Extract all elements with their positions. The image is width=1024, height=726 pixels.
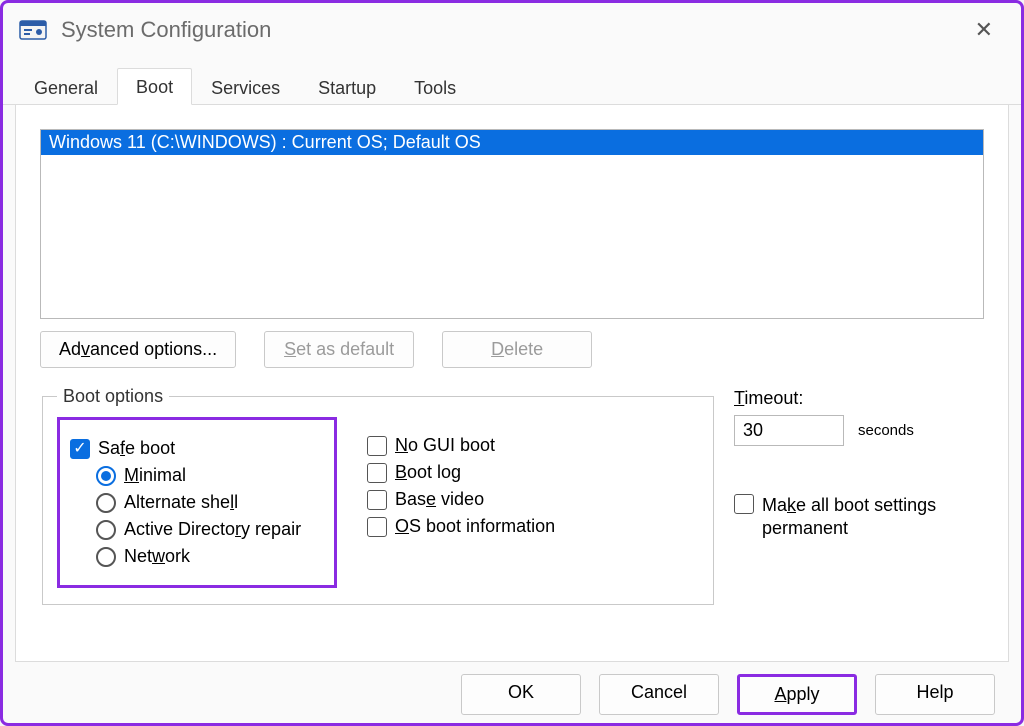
safe-boot-checkbox[interactable]: ✓ Safe boot bbox=[70, 438, 316, 459]
boot-entry-selected[interactable]: Windows 11 (C:\WINDOWS) : Current OS; De… bbox=[41, 130, 983, 155]
timeout-unit: seconds bbox=[858, 422, 914, 439]
timeout-input[interactable] bbox=[734, 415, 844, 446]
system-configuration-window: System Configuration ✕ General Boot Serv… bbox=[0, 0, 1024, 726]
safe-boot-column: ✓ Safe boot Minimal Alternate shell bbox=[57, 417, 337, 588]
safe-boot-minimal-radio[interactable]: Minimal bbox=[96, 465, 316, 486]
checkbox-icon bbox=[734, 494, 754, 514]
set-as-default-button: Set as default bbox=[264, 331, 414, 368]
timeout-panel: Timeout: seconds Make all boot settings … bbox=[734, 386, 984, 605]
advanced-options-button[interactable]: Advanced options... bbox=[40, 331, 236, 368]
checkbox-icon bbox=[367, 517, 387, 537]
boot-tab-content: Windows 11 (C:\WINDOWS) : Current OS; De… bbox=[15, 105, 1009, 662]
safe-boot-alternate-shell-radio[interactable]: Alternate shell bbox=[96, 492, 316, 513]
ok-button[interactable]: OK bbox=[461, 674, 581, 715]
apply-button[interactable]: Apply bbox=[737, 674, 857, 715]
safe-boot-ad-repair-radio[interactable]: Active Directory repair bbox=[96, 519, 316, 540]
titlebar: System Configuration ✕ bbox=[3, 3, 1021, 61]
os-boot-info-checkbox[interactable]: OS boot information bbox=[367, 516, 555, 537]
boot-options-group: Boot options ✓ Safe boot Minimal bbox=[42, 386, 714, 605]
boot-flags-column: No GUI boot Boot log Base video OS bbox=[367, 417, 555, 588]
dialog-footer: OK Cancel Apply Help bbox=[3, 662, 1021, 723]
boot-options-legend: Boot options bbox=[57, 386, 169, 407]
cancel-button[interactable]: Cancel bbox=[599, 674, 719, 715]
boot-entries-list[interactable]: Windows 11 (C:\WINDOWS) : Current OS; De… bbox=[40, 129, 984, 319]
base-video-checkbox[interactable]: Base video bbox=[367, 489, 555, 510]
radio-icon bbox=[96, 547, 116, 567]
timeout-label: Timeout: bbox=[734, 388, 984, 409]
radio-icon bbox=[96, 466, 116, 486]
tab-services[interactable]: Services bbox=[192, 69, 299, 105]
window-title: System Configuration bbox=[61, 17, 951, 43]
radio-icon bbox=[96, 520, 116, 540]
make-permanent-checkbox[interactable]: Make all boot settings permanent bbox=[734, 494, 984, 541]
boot-log-checkbox[interactable]: Boot log bbox=[367, 462, 555, 483]
checkbox-icon bbox=[367, 436, 387, 456]
help-button[interactable]: Help bbox=[875, 674, 995, 715]
checkbox-icon: ✓ bbox=[70, 439, 90, 459]
tab-boot[interactable]: Boot bbox=[117, 68, 192, 105]
tab-startup[interactable]: Startup bbox=[299, 69, 395, 105]
tab-general[interactable]: General bbox=[15, 69, 117, 105]
tab-tools[interactable]: Tools bbox=[395, 69, 475, 105]
safe-boot-network-radio[interactable]: Network bbox=[96, 546, 316, 567]
options-row: Boot options ✓ Safe boot Minimal bbox=[40, 386, 984, 605]
radio-icon bbox=[96, 493, 116, 513]
no-gui-boot-checkbox[interactable]: No GUI boot bbox=[367, 435, 555, 456]
msconfig-icon bbox=[19, 16, 47, 44]
checkbox-icon bbox=[367, 463, 387, 483]
checkbox-icon bbox=[367, 490, 387, 510]
boot-action-buttons: Advanced options... Set as default Delet… bbox=[40, 331, 984, 368]
delete-button: Delete bbox=[442, 331, 592, 368]
tab-bar: General Boot Services Startup Tools bbox=[3, 67, 1021, 105]
close-button[interactable]: ✕ bbox=[965, 13, 1003, 47]
